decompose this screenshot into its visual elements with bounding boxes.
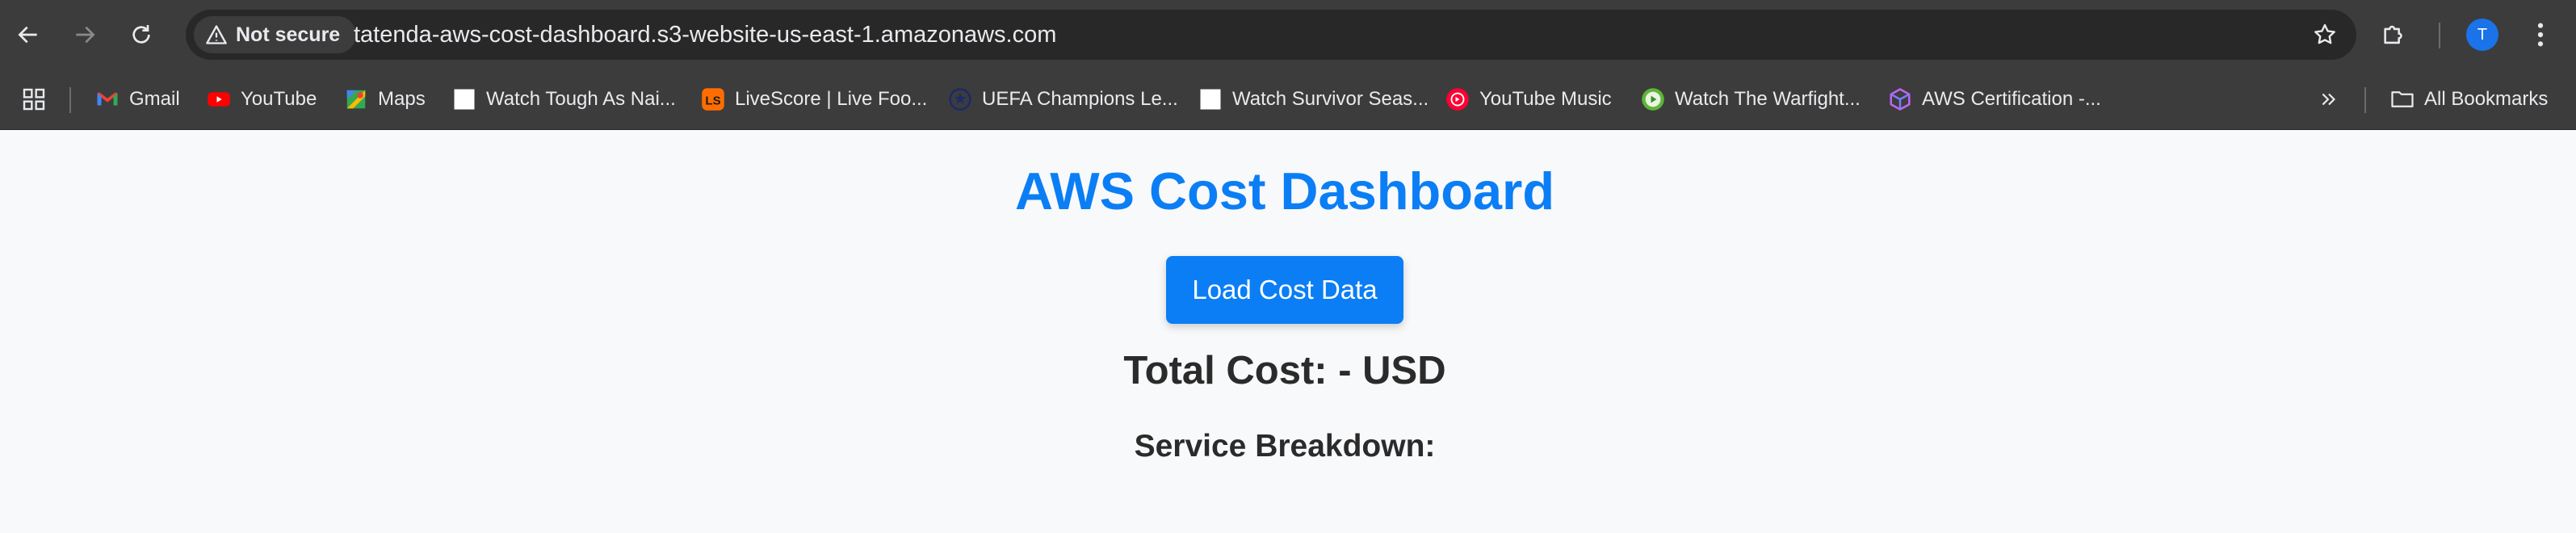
reload-button[interactable] [121,15,162,55]
forward-button[interactable] [65,15,105,55]
total-cost-text: Total Cost: - USD [1123,349,1446,392]
bookmark-label: YouTube [241,88,317,110]
cube-icon [1888,87,1912,111]
bookmark-aws-certification[interactable]: AWS Certification -... [1888,69,2101,129]
browser-toolbar: Not secure tatenda-aws-cost-dashboard.s3… [0,0,2576,69]
menu-icon [2537,23,2544,47]
bookmark-youtube-music[interactable]: YouTube Music [1445,69,1612,129]
extensions-icon [2384,25,2402,44]
maps-icon [344,87,368,111]
bookmarks-divider [69,87,71,113]
service-breakdown-heading: Service Breakdown: [1134,429,1436,464]
blank-page-icon [1198,87,1223,111]
svg-text:LS: LS [705,94,720,107]
load-cost-data-button[interactable]: Load Cost Data [1166,256,1403,324]
extensions-button[interactable] [2374,15,2414,55]
bookmark-label: YouTube Music [1479,88,1612,110]
bookmark-uefa[interactable]: UEFA Champions Le... [948,69,1178,129]
profile-avatar[interactable]: T [2466,19,2498,51]
warning-icon [206,25,227,44]
bookmark-label: Maps [378,88,426,110]
bookmark-tough-as-nails[interactable]: Watch Tough As Nai... [452,69,676,129]
address-bar[interactable]: Not secure tatenda-aws-cost-dashboard.s3… [186,10,2356,60]
bookmark-livescore[interactable]: LS LiveScore | Live Foo... [701,69,927,129]
all-bookmarks-button[interactable]: All Bookmarks [2390,69,2548,129]
security-label: Not secure [236,23,341,46]
bookmark-label: UEFA Champions Le... [982,88,1178,110]
uefa-icon [948,87,972,111]
url-text[interactable]: tatenda-aws-cost-dashboard.s3-website-us… [354,10,1056,60]
bookmark-star-button[interactable] [2308,18,2342,52]
chevron-double-right-icon [2322,93,2336,106]
page-title: AWS Cost Dashboard [1014,162,1555,220]
bookmark-youtube[interactable]: YouTube [207,69,317,129]
page-content: AWS Cost Dashboard Load Cost Data Total … [0,130,2576,533]
bookmark-label: LiveScore | Live Foo... [735,88,928,110]
forward-arrow-icon [76,26,95,44]
bookmarks-bar: Gmail YouTube Maps Watch Tough As Nai...… [0,69,2576,130]
star-icon [2314,23,2335,44]
back-arrow-icon [18,26,37,44]
livescore-icon: LS [701,87,725,111]
folder-icon [2390,87,2414,111]
security-chip[interactable]: Not secure [194,16,357,53]
bookmark-survivor[interactable]: Watch Survivor Seas... [1198,69,1429,129]
bookmark-label: Watch The Warfight... [1675,88,1861,110]
play-circle-icon [1641,87,1665,111]
gmail-icon [95,87,120,111]
youtube-icon [207,87,231,111]
bookmark-label: Gmail [129,88,180,110]
apps-grid-icon [23,88,45,111]
browser-menu-button[interactable] [2524,15,2557,55]
bookmark-maps[interactable]: Maps [344,69,426,129]
bookmark-label: Watch Tough As Nai... [486,88,676,110]
bookmark-gmail[interactable]: Gmail [95,69,180,129]
bookmark-label: Watch Survivor Seas... [1232,88,1429,110]
back-button[interactable] [8,15,48,55]
more-bookmarks-button[interactable] [2313,83,2345,115]
bookmarks-divider [2364,87,2366,113]
apps-button[interactable] [18,83,50,115]
toolbar-divider [2439,23,2440,48]
youtube-music-icon [1445,87,1470,111]
all-bookmarks-label: All Bookmarks [2424,88,2549,110]
reload-icon [132,25,150,44]
bookmark-warfighter[interactable]: Watch The Warfight... [1641,69,1861,129]
bookmark-label: AWS Certification -... [1922,88,2101,110]
blank-page-icon [452,87,476,111]
